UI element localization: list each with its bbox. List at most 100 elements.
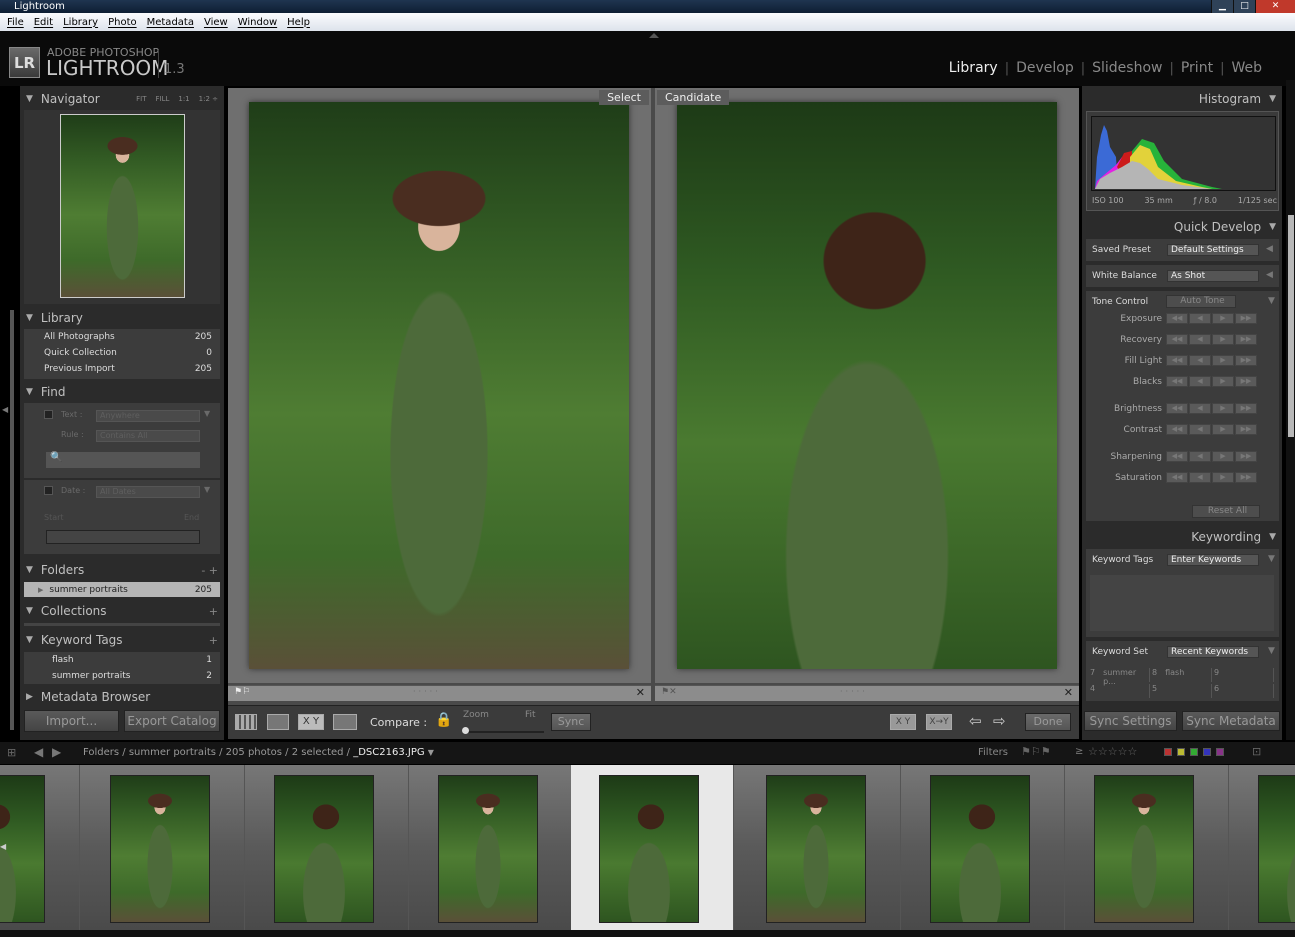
- close-button[interactable]: ✕: [1255, 0, 1295, 13]
- keyword-tags-select[interactable]: Enter Keywords: [1167, 554, 1259, 566]
- grid-view-icon[interactable]: [235, 714, 257, 730]
- histogram-header[interactable]: Histogram ▼: [1082, 89, 1282, 109]
- keyword-tags-textarea[interactable]: [1090, 575, 1274, 631]
- top-panel-toggle-icon[interactable]: [649, 33, 659, 38]
- find-header[interactable]: ▼ Find: [20, 382, 224, 402]
- select-pane[interactable]: Select: [228, 88, 651, 683]
- import-button[interactable]: Import...: [24, 710, 119, 732]
- loupe-view-icon[interactable]: [267, 714, 289, 730]
- increase-large-button[interactable]: ▶▶: [1235, 424, 1257, 435]
- collapse-triangle-icon[interactable]: ▼: [1268, 646, 1275, 656]
- keyword-set-cell[interactable]: 6: [1214, 684, 1274, 698]
- folder-expand-icon[interactable]: ▶: [38, 586, 43, 594]
- increase-large-button[interactable]: ▶▶: [1235, 403, 1257, 414]
- find-search-input[interactable]: 🔍: [46, 452, 200, 468]
- zoom-fit[interactable]: FIT: [136, 95, 146, 103]
- decrease-button[interactable]: ◀: [1189, 334, 1211, 345]
- navigator-preview[interactable]: [24, 110, 220, 304]
- increase-button[interactable]: ▶: [1212, 424, 1234, 435]
- metadata-browser-header[interactable]: ▶ Metadata Browser: [20, 687, 224, 707]
- increase-button[interactable]: ▶: [1212, 334, 1234, 345]
- candidate-photo[interactable]: [677, 102, 1057, 669]
- collections-add-button[interactable]: +: [209, 605, 218, 618]
- increase-button[interactable]: ▶: [1212, 451, 1234, 462]
- decrease-button[interactable]: ◀: [1189, 472, 1211, 483]
- increase-button[interactable]: ▶: [1212, 403, 1234, 414]
- sync-settings-button[interactable]: Sync Settings: [1084, 711, 1177, 731]
- minimize-button[interactable]: ▁: [1211, 0, 1233, 13]
- keyword-tags-header[interactable]: ▼ Keyword Tags +: [20, 630, 224, 650]
- filmstrip-thumbnail[interactable]: [110, 775, 210, 923]
- increase-large-button[interactable]: ▶▶: [1235, 313, 1257, 324]
- make-select-icon[interactable]: X→Y: [926, 714, 952, 730]
- decrease-large-button[interactable]: ◀◀: [1166, 472, 1188, 483]
- increase-button[interactable]: ▶: [1212, 472, 1234, 483]
- menu-metadata[interactable]: Metadata: [142, 17, 199, 28]
- collections-header[interactable]: ▼ Collections +: [20, 601, 224, 621]
- zoom-slider-thumb[interactable]: [462, 727, 469, 734]
- folders-add-remove[interactable]: - +: [201, 564, 218, 577]
- library-header[interactable]: ▼ Library: [20, 308, 224, 328]
- module-slideshow[interactable]: Slideshow: [1085, 60, 1169, 76]
- export-catalog-button[interactable]: Export Catalog: [124, 710, 220, 732]
- filmstrip-left-toggle-icon[interactable]: ◀: [0, 842, 6, 851]
- menu-file[interactable]: File: [2, 17, 29, 28]
- text-filter-checkbox[interactable]: [44, 410, 53, 419]
- filmstrip-cell[interactable]: [246, 765, 409, 930]
- filter-options-icon[interactable]: ⊡: [1252, 745, 1261, 758]
- date-range-slider[interactable]: [46, 530, 200, 544]
- increase-button[interactable]: ▶: [1212, 376, 1234, 387]
- navigator-header[interactable]: ▼ Navigator FIT FILL 1:1 1:2 ÷: [20, 89, 224, 109]
- decrease-button[interactable]: ◀: [1189, 403, 1211, 414]
- filmstrip-cell[interactable]: [1230, 765, 1295, 930]
- library-item-all-photographs[interactable]: All Photographs 205: [24, 329, 220, 345]
- module-print[interactable]: Print: [1174, 60, 1220, 76]
- flag-icons[interactable]: ⚑⚐: [234, 687, 250, 697]
- keyword-set-cell[interactable]: 4: [1090, 684, 1150, 698]
- rating-filter-stars[interactable]: ☆☆☆☆☆: [1088, 745, 1137, 758]
- navigator-thumbnail[interactable]: [60, 114, 185, 298]
- right-panel-scroll-thumb[interactable]: [1288, 215, 1294, 437]
- menu-window[interactable]: Window: [233, 17, 282, 28]
- color-label-filter[interactable]: [1216, 748, 1224, 756]
- zoom-1-1[interactable]: 1:1: [178, 95, 189, 103]
- rule-select[interactable]: Contains All: [96, 430, 200, 442]
- increase-large-button[interactable]: ▶▶: [1235, 376, 1257, 387]
- library-item-quick-collection[interactable]: Quick Collection 0: [24, 345, 220, 361]
- white-balance-select[interactable]: As Shot: [1167, 270, 1259, 282]
- keyword-set-cell[interactable]: 8 flash: [1152, 668, 1212, 682]
- filmstrip-thumbnail[interactable]: [438, 775, 538, 923]
- increase-button[interactable]: ▶: [1212, 355, 1234, 366]
- decrease-large-button[interactable]: ◀◀: [1166, 334, 1188, 345]
- filmstrip-thumbnail[interactable]: [1258, 775, 1295, 923]
- filmstrip-breadcrumb[interactable]: Folders / summer portraits / 205 photos …: [83, 747, 434, 758]
- remove-candidate-icon[interactable]: ✕: [1064, 686, 1073, 699]
- keyword-set-select[interactable]: Recent Keywords: [1167, 646, 1259, 658]
- zoom-fill[interactable]: FILL: [155, 95, 169, 103]
- module-library[interactable]: Library: [942, 60, 1005, 76]
- maximize-button[interactable]: □: [1233, 0, 1255, 13]
- decrease-large-button[interactable]: ◀◀: [1166, 355, 1188, 366]
- menu-edit[interactable]: Edit: [29, 17, 58, 28]
- decrease-large-button[interactable]: ◀◀: [1166, 376, 1188, 387]
- decrease-button[interactable]: ◀: [1189, 451, 1211, 462]
- color-label-filter[interactable]: [1203, 748, 1211, 756]
- saved-preset-select[interactable]: Default Settings: [1167, 244, 1259, 256]
- decrease-button[interactable]: ◀: [1189, 424, 1211, 435]
- grid-toggle-icon[interactable]: ⊞: [7, 746, 16, 759]
- filmstrip-thumbnail[interactable]: [1094, 775, 1194, 923]
- rating-operator[interactable]: ≥: [1075, 746, 1083, 757]
- reset-all-button[interactable]: Reset All: [1192, 505, 1260, 518]
- filmstrip-thumbnail[interactable]: [0, 775, 45, 923]
- increase-large-button[interactable]: ▶▶: [1235, 355, 1257, 366]
- collapse-triangle-icon[interactable]: ▼: [1268, 554, 1275, 564]
- keyword-tag-summer-portraits[interactable]: summer portraits 2: [24, 668, 220, 684]
- decrease-large-button[interactable]: ◀◀: [1166, 403, 1188, 414]
- increase-large-button[interactable]: ▶▶: [1235, 451, 1257, 462]
- back-arrow-icon[interactable]: ◀: [34, 745, 43, 759]
- lock-icon[interactable]: 🔒: [435, 712, 452, 728]
- text-filter-select[interactable]: Anywhere: [96, 410, 200, 422]
- color-label-filter[interactable]: [1177, 748, 1185, 756]
- filmstrip-cell[interactable]: [0, 765, 80, 930]
- text-filter-menu-icon[interactable]: ▼: [204, 409, 210, 418]
